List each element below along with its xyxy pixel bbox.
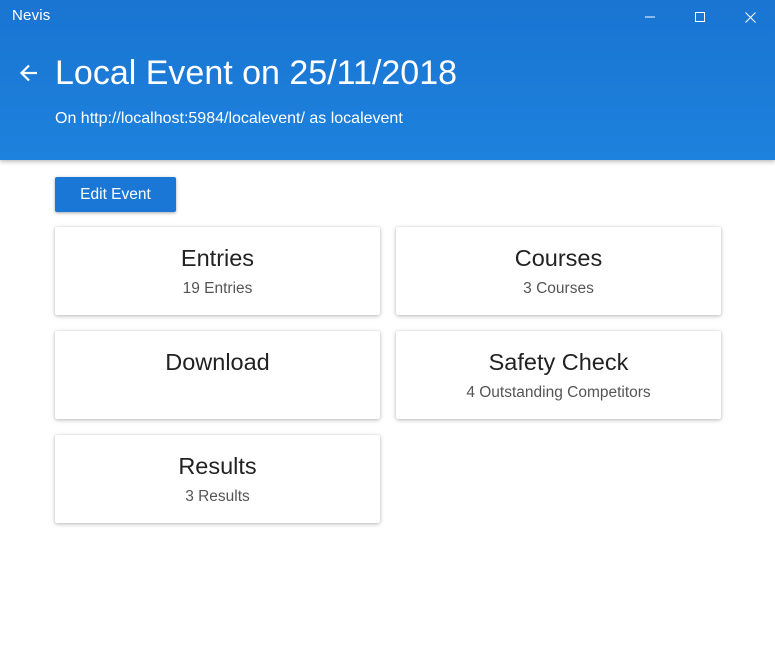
card-title: Entries bbox=[180, 245, 255, 271]
courses-card[interactable]: Courses 3 Courses bbox=[396, 227, 721, 315]
minimize-icon bbox=[645, 16, 655, 18]
app-name: Nevis bbox=[12, 7, 51, 24]
arrow-left-icon bbox=[19, 64, 37, 82]
card-title: Safety Check bbox=[488, 349, 629, 375]
minimize-button[interactable] bbox=[625, 0, 675, 34]
close-button[interactable] bbox=[725, 0, 775, 34]
app-header: Nevis Local Event on 25/11/2018 On http:… bbox=[0, 0, 775, 160]
card-title: Courses bbox=[514, 245, 603, 271]
card-subtitle: 19 Entries bbox=[182, 280, 253, 297]
download-card[interactable]: Download bbox=[55, 331, 380, 419]
card-subtitle: 3 Courses bbox=[523, 280, 594, 297]
results-card[interactable]: Results 3 Results bbox=[55, 435, 380, 523]
safety-check-card[interactable]: Safety Check 4 Outstanding Competitors bbox=[396, 331, 721, 419]
page-subtitle: On http://localhost:5984/localevent/ as … bbox=[55, 110, 403, 127]
title-bar: Nevis bbox=[0, 0, 775, 34]
maximize-icon bbox=[695, 12, 705, 22]
card-title: Download bbox=[165, 349, 270, 375]
back-button[interactable] bbox=[14, 58, 44, 88]
edit-event-button[interactable]: Edit Event bbox=[55, 177, 176, 212]
card-subtitle: 4 Outstanding Competitors bbox=[466, 384, 651, 401]
page-title: Local Event on 25/11/2018 bbox=[55, 54, 458, 92]
close-icon bbox=[744, 11, 756, 23]
card-title: Results bbox=[178, 453, 257, 479]
maximize-button[interactable] bbox=[675, 0, 725, 34]
card-subtitle: 3 Results bbox=[185, 488, 250, 505]
entries-card[interactable]: Entries 19 Entries bbox=[55, 227, 380, 315]
app-window: Nevis Local Event on 25/11/2018 On http:… bbox=[0, 0, 775, 650]
